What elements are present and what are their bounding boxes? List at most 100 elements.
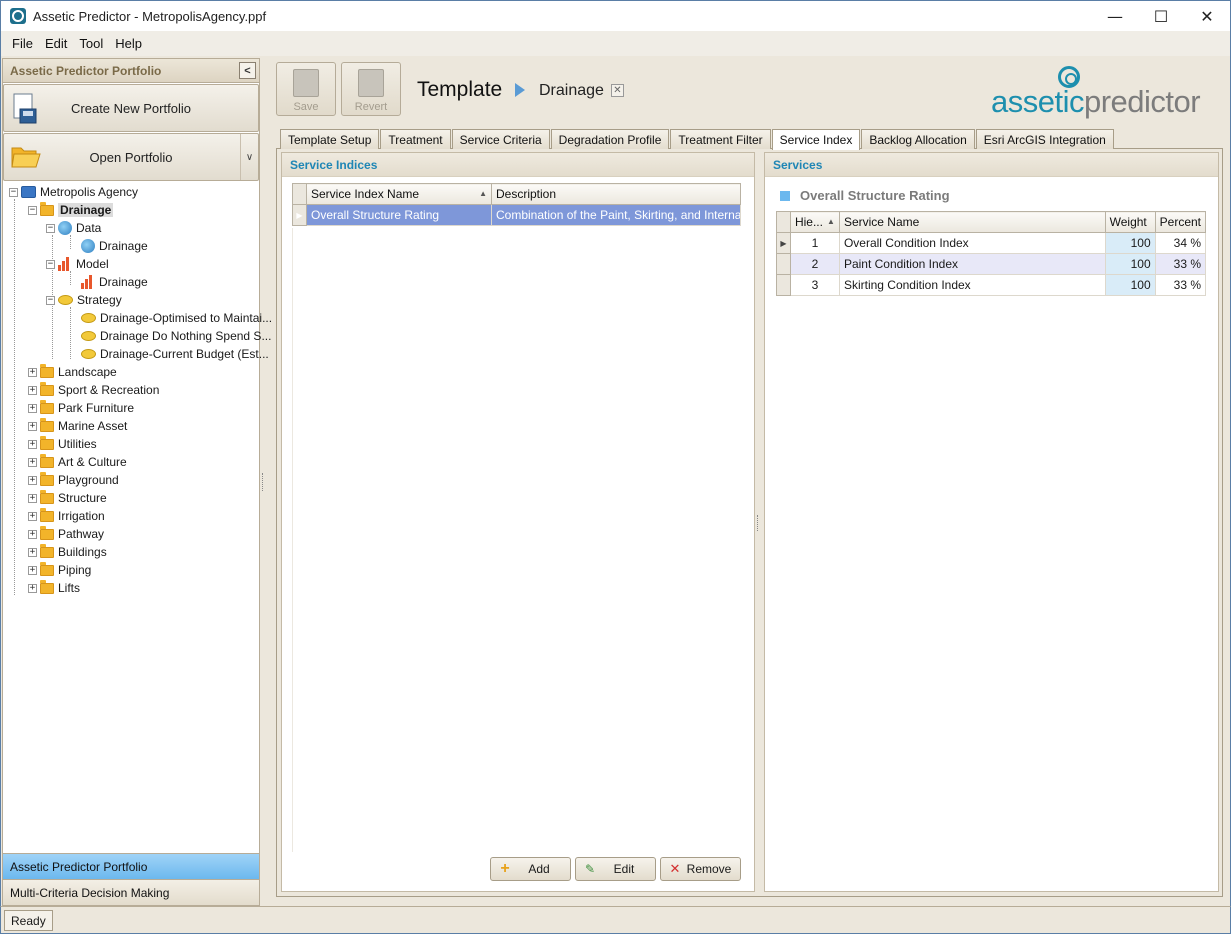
table-row[interactable]: 2 Paint Condition Index 100 33 % [776, 253, 1207, 275]
save-button[interactable]: Save [276, 62, 336, 116]
tab-service-index[interactable]: Service Index [771, 129, 861, 150]
tree-item-category[interactable]: + Landscape [28, 363, 117, 381]
tab-service-criteria[interactable]: Service Criteria [451, 129, 550, 149]
collapse-icon[interactable]: − [46, 295, 55, 305]
menu-file[interactable]: File [6, 36, 39, 51]
service-name-cell[interactable]: Paint Condition Index [838, 253, 1106, 275]
collapse-icon[interactable]: − [46, 223, 55, 233]
tab-backlog-allocation[interactable]: Backlog Allocation [861, 129, 975, 149]
collapse-icon[interactable]: − [28, 205, 37, 215]
group-splitter[interactable] [757, 515, 760, 531]
expand-icon[interactable]: + [28, 367, 37, 377]
edit-button[interactable]: ✎ Edit [575, 857, 656, 881]
tree-item-root[interactable]: − Metropolis Agency [9, 183, 138, 201]
collapse-pane-button[interactable]: < [239, 62, 256, 79]
tree-item-category[interactable]: + Structure [28, 489, 107, 507]
tree-item-strategy[interactable]: − Strategy [46, 291, 122, 309]
tree-item-category[interactable]: + Pathway [28, 525, 104, 543]
tree-item-model-drainage[interactable]: Drainage [81, 273, 148, 291]
expand-icon[interactable]: + [28, 511, 37, 521]
close-template-button[interactable]: ✕ [611, 84, 624, 97]
column-header-percent[interactable]: Percent [1154, 211, 1207, 233]
expand-icon[interactable]: + [28, 403, 37, 413]
table-row[interactable]: ▶ 1 Overall Condition Index 100 34 % [776, 232, 1207, 254]
remove-icon: ✕ [669, 861, 681, 876]
collapse-icon[interactable]: − [46, 259, 55, 269]
expand-icon[interactable]: + [28, 475, 37, 485]
close-button[interactable]: ✕ [1184, 1, 1230, 31]
hierarchy-cell[interactable]: 1 [789, 232, 840, 254]
expand-icon[interactable]: + [28, 421, 37, 431]
tree-item-category[interactable]: + Marine Asset [28, 417, 127, 435]
strategy-icon [81, 331, 96, 341]
hierarchy-cell[interactable]: 2 [789, 253, 840, 275]
tab-template-setup[interactable]: Template Setup [280, 129, 380, 149]
weight-cell[interactable]: 100 [1104, 274, 1156, 296]
tree-item-strategy-3[interactable]: Drainage-Current Budget (Est... [81, 345, 269, 363]
folder-icon [40, 579, 54, 594]
tab-esri-arcgis-integration[interactable]: Esri ArcGIS Integration [975, 129, 1114, 149]
minimize-button[interactable]: — [1092, 1, 1138, 31]
edit-label: Edit [613, 862, 635, 876]
description-cell[interactable]: Combination of the Paint, Skirting, and … [491, 204, 741, 226]
remove-button[interactable]: ✕ Remove [660, 857, 741, 881]
add-button[interactable]: + Add [490, 857, 571, 881]
nav-item-predictor-portfolio[interactable]: Assetic Predictor Portfolio [3, 853, 259, 879]
collapse-icon[interactable]: − [9, 187, 18, 197]
expand-icon[interactable]: + [28, 565, 37, 575]
column-header-service-name[interactable]: Service Name [838, 211, 1106, 233]
chevron-down-icon[interactable]: ∨ [240, 134, 258, 180]
column-header-hierarchy[interactable]: Hie... ▲ [789, 211, 840, 233]
service-indices-table-body [292, 228, 741, 852]
revert-button[interactable]: Revert [341, 62, 401, 116]
menu-tool[interactable]: Tool [73, 36, 109, 51]
column-header-service-index-name[interactable]: Service Index Name ▲ [306, 183, 492, 205]
hierarchy-cell[interactable]: 3 [789, 274, 840, 296]
tree-item-data[interactable]: − Data [46, 219, 101, 237]
tree-item-model[interactable]: − Model [46, 255, 109, 273]
weight-cell[interactable]: 100 [1104, 253, 1156, 275]
tree-item-category[interactable]: + Irrigation [28, 507, 105, 525]
tree-item-category[interactable]: + Sport & Recreation [28, 381, 159, 399]
service-name-cell[interactable]: Overall Condition Index [838, 232, 1106, 254]
column-header-weight[interactable]: Weight [1104, 211, 1156, 233]
tree-item-category[interactable]: + Playground [28, 471, 119, 489]
tree-item-strategy-2[interactable]: Drainage Do Nothing Spend S... [81, 327, 271, 345]
expand-icon[interactable]: + [28, 547, 37, 557]
maximize-button[interactable]: ☐ [1138, 1, 1184, 31]
tree-item-category[interactable]: + Park Furniture [28, 399, 134, 417]
tree-item-category[interactable]: + Lifts [28, 579, 80, 597]
weight-cell[interactable]: 100 [1104, 232, 1156, 254]
column-header-description[interactable]: Description [491, 183, 741, 205]
tree-item-data-drainage[interactable]: Drainage [81, 237, 148, 255]
data-icon [81, 239, 95, 253]
expand-icon[interactable]: + [28, 439, 37, 449]
tab-treatment[interactable]: Treatment [380, 129, 451, 149]
tree-item-strategy-1[interactable]: Drainage-Optimised to Maintai... [81, 309, 272, 327]
tree-item-drainage[interactable]: − Drainage [28, 201, 114, 219]
bullet-icon [780, 191, 790, 201]
tree-item-category[interactable]: + Utilities [28, 435, 97, 453]
portfolio-pane-header: Assetic Predictor Portfolio < [3, 59, 259, 83]
tree-item-category[interactable]: + Art & Culture [28, 453, 127, 471]
menu-help[interactable]: Help [109, 36, 148, 51]
service-name-cell[interactable]: Skirting Condition Index [838, 274, 1106, 296]
expand-icon[interactable]: + [28, 457, 37, 467]
expand-icon[interactable]: + [28, 529, 37, 539]
table-row[interactable]: 3 Skirting Condition Index 100 33 % [776, 274, 1207, 296]
table-row[interactable]: ▶ Overall Structure Rating Combination o… [292, 204, 741, 226]
expand-icon[interactable]: + [28, 583, 37, 593]
folder-icon [40, 507, 54, 522]
tree-item-category[interactable]: + Buildings [28, 543, 107, 561]
open-portfolio-button[interactable]: Open Portfolio ∨ [3, 133, 259, 181]
expand-icon[interactable]: + [28, 493, 37, 503]
tab-degradation-profile[interactable]: Degradation Profile [550, 129, 670, 149]
pane-splitter[interactable] [262, 473, 265, 491]
nav-item-mcdm[interactable]: Multi-Criteria Decision Making [3, 879, 259, 905]
expand-icon[interactable]: + [28, 385, 37, 395]
tree-item-category[interactable]: + Piping [28, 561, 91, 579]
menu-edit[interactable]: Edit [39, 36, 73, 51]
service-index-name-cell[interactable]: Overall Structure Rating [306, 204, 492, 226]
create-portfolio-button[interactable]: Create New Portfolio [3, 84, 259, 132]
tab-treatment-filter[interactable]: Treatment Filter [670, 129, 771, 149]
